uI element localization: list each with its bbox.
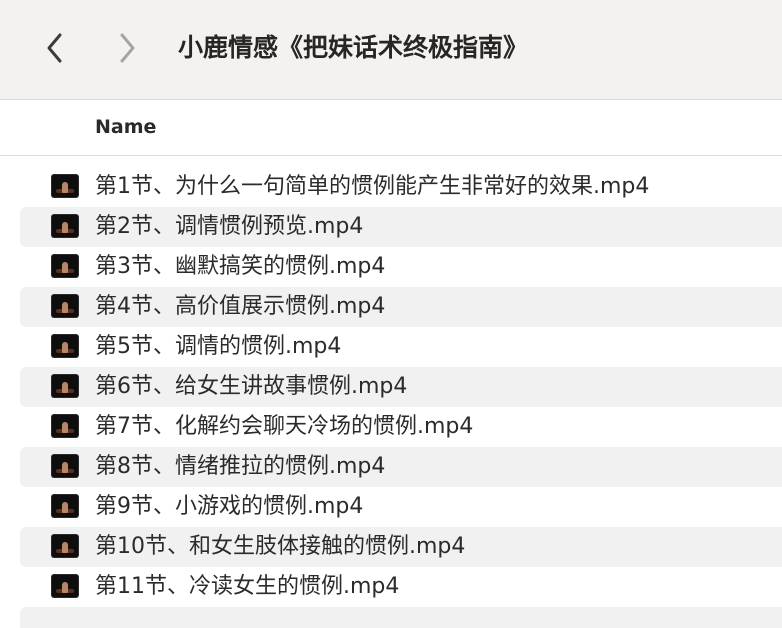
finder-window: 小鹿情感《把妹话术终极指南》 Name 第1节、为什么一句简单的惯例能产生非常好… — [0, 0, 782, 628]
file-name: 第11节、冷读女生的惯例.mp4 — [95, 574, 400, 599]
chevron-left-icon — [47, 33, 62, 63]
file-row[interactable]: 第11节、冷读女生的惯例.mp4 — [20, 567, 782, 607]
file-row[interactable]: 第7节、化解约会聊天冷场的惯例.mp4 — [20, 407, 782, 447]
chevron-right-icon — [120, 33, 135, 63]
file-name: 第10节、和女生肢体接触的惯例.mp4 — [95, 534, 466, 559]
file-row[interactable]: 第6节、给女生讲故事惯例.mp4 — [20, 367, 782, 407]
video-thumbnail-icon — [52, 575, 78, 597]
video-thumbnail-icon — [52, 495, 78, 517]
file-row[interactable]: 第3节、幽默搞笑的惯例.mp4 — [20, 247, 782, 287]
video-thumbnail-icon — [52, 335, 78, 357]
file-row[interactable]: 第2节、调情惯例预览.mp4 — [20, 207, 782, 247]
file-name: 第5节、调情的惯例.mp4 — [95, 334, 342, 359]
file-name: 第3节、幽默搞笑的惯例.mp4 — [95, 254, 386, 279]
file-row[interactable]: 第9节、小游戏的惯例.mp4 — [20, 487, 782, 527]
file-name: 第7节、化解约会聊天冷场的惯例.mp4 — [95, 414, 474, 439]
toolbar: 小鹿情感《把妹话术终极指南》 — [0, 0, 782, 100]
file-row[interactable]: 第1节、为什么一句简单的惯例能产生非常好的效果.mp4 — [20, 167, 782, 207]
back-button[interactable] — [38, 28, 72, 68]
file-row[interactable]: 第8节、情绪推拉的惯例.mp4 — [20, 447, 782, 487]
file-name: 第9节、小游戏的惯例.mp4 — [95, 494, 364, 519]
column-header-bar: Name — [0, 100, 782, 156]
column-header-name[interactable]: Name — [95, 114, 156, 140]
video-thumbnail-icon — [52, 295, 78, 317]
window-title: 小鹿情感《把妹话术终极指南》 — [178, 33, 529, 62]
file-name: 第1节、为什么一句简单的惯例能产生非常好的效果.mp4 — [95, 174, 650, 199]
file-name: 第6节、给女生讲故事惯例.mp4 — [95, 374, 408, 399]
video-thumbnail-icon — [52, 215, 78, 237]
file-row[interactable]: 第5节、调情的惯例.mp4 — [20, 327, 782, 367]
video-thumbnail-icon — [52, 535, 78, 557]
file-name: 第8节、情绪推拉的惯例.mp4 — [95, 454, 386, 479]
file-row[interactable]: 第4节、高价值展示惯例.mp4 — [20, 287, 782, 327]
file-row[interactable]: 第10节、和女生肢体接触的惯例.mp4 — [20, 527, 782, 567]
video-thumbnail-icon — [52, 375, 78, 397]
file-list: 第1节、为什么一句简单的惯例能产生非常好的效果.mp4 第2节、调情惯例预览.mp… — [0, 167, 782, 607]
file-name: 第2节、调情惯例预览.mp4 — [95, 214, 364, 239]
forward-button[interactable] — [110, 28, 144, 68]
video-thumbnail-icon — [52, 455, 78, 477]
video-thumbnail-icon — [52, 255, 78, 277]
empty-row-stripe — [20, 607, 782, 628]
file-name: 第4节、高价值展示惯例.mp4 — [95, 294, 386, 319]
video-thumbnail-icon — [52, 415, 78, 437]
video-thumbnail-icon — [52, 175, 78, 197]
